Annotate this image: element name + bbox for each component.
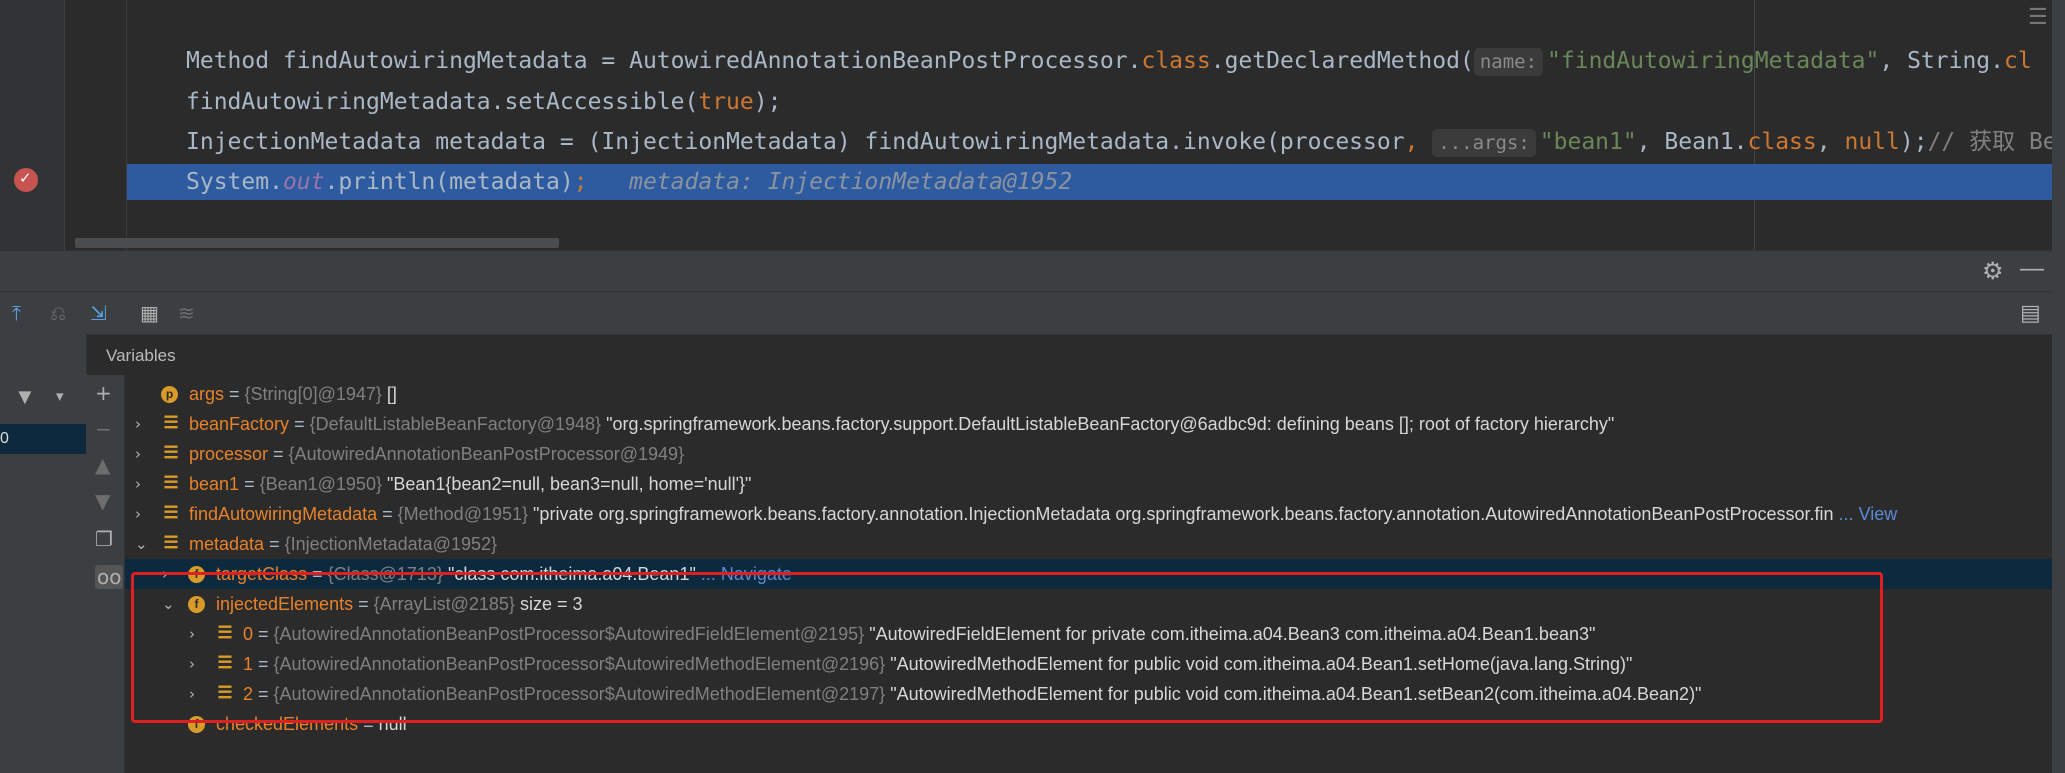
code-token: System.	[186, 169, 283, 195]
filter-icon[interactable]: ▼	[14, 384, 36, 410]
variable-row[interactable]: p args = {String[0]@1947} []	[125, 379, 2052, 409]
step-out-icon[interactable]: ⤒	[12, 301, 21, 325]
variable-name: args	[189, 384, 225, 404]
right-tool-strip[interactable]	[2052, 0, 2065, 773]
variable-type: {Method@1951}	[397, 504, 529, 524]
debug-toolbar: ⤒ ⎌ ⇲ ▦ ≋ ▤	[0, 291, 2052, 335]
variable-name: beanFactory	[189, 414, 290, 434]
code-token: ,	[1816, 129, 1845, 155]
editor-gutter[interactable]: ✓	[0, 0, 65, 250]
debug-panel-header: ⚙ —	[0, 250, 2052, 291]
code-token: class	[1141, 48, 1211, 74]
code-token: // 获取 Be	[1927, 129, 2052, 155]
code-token: "findAutowiringMetadata"	[1547, 48, 1880, 74]
chevron-right-icon[interactable]: ›	[135, 409, 141, 439]
object-icon: ☰	[163, 533, 179, 552]
object-icon: ☰	[163, 413, 179, 432]
trace-stream-icon[interactable]: ≋	[178, 301, 195, 325]
breakpoint-icon[interactable]: ✓	[14, 168, 38, 192]
inline-debug-value: metadata: InjectionMetadata@1952	[587, 169, 1073, 195]
variable-row[interactable]: ⌄ ☰ metadata = {InjectionMetadata@1952}	[125, 529, 2052, 559]
variables-side-toolbar: + − ▲ ▼ ❐ oo	[86, 375, 125, 773]
code-token: );	[753, 89, 782, 115]
code-token: .println(metadata)	[324, 169, 574, 195]
code-token: , String.	[1879, 48, 2004, 74]
reader-mode-icon[interactable]: ☰	[2028, 4, 2048, 30]
variable-value: "private org.springframework.beans.facto…	[533, 504, 1834, 524]
variable-value: []	[386, 384, 397, 404]
move-down-icon[interactable]: ▼	[95, 489, 110, 513]
code-line-2[interactable]: findAutowiringMetadata.setAccessible(tru…	[186, 84, 781, 120]
variable-row[interactable]: › ☰ findAutowiringMetadata = {Method@1951}…	[125, 499, 2052, 529]
variable-name: bean1	[189, 474, 240, 494]
add-watch-icon[interactable]: +	[95, 381, 112, 405]
layout-settings-icon[interactable]: ▤	[2020, 300, 2041, 326]
move-up-icon[interactable]: ▲	[95, 453, 110, 477]
chevron-down-icon[interactable]: ▾	[56, 387, 64, 405]
gear-icon[interactable]: ⚙	[1982, 257, 2004, 286]
view-link[interactable]: ... View	[1839, 504, 1898, 524]
code-token: ,	[1404, 129, 1419, 155]
variable-name: processor	[189, 444, 269, 464]
object-icon: ☰	[163, 473, 179, 492]
parameter-hint: ...args:	[1432, 129, 1536, 157]
equals-sign: =	[264, 534, 285, 554]
variable-type: {String[0]@1947}	[244, 384, 382, 404]
code-token: Method findAutowiringMetadata = Autowire…	[186, 48, 1142, 74]
equals-sign: =	[377, 504, 398, 524]
equals-sign: =	[224, 384, 245, 404]
code-token: .getDeclaredMethod(	[1210, 48, 1474, 74]
variable-type: {InjectionMetadata@1952}	[284, 534, 498, 554]
code-editor[interactable]: ✓ Method findAutowiringMetadata = Autowi…	[0, 0, 2052, 250]
horizontal-scrollbar[interactable]	[75, 238, 559, 248]
run-to-cursor-icon[interactable]: ⇲	[90, 301, 107, 325]
code-token: class	[1747, 129, 1817, 155]
parameter-icon: p	[161, 386, 178, 403]
code-token: out	[282, 169, 325, 195]
variable-value: "org.springframework.beans.factory.suppo…	[606, 414, 1615, 434]
variable-row[interactable]: › ☰ beanFactory = {DefaultListableBeanFact…	[125, 409, 2052, 439]
chevron-right-icon[interactable]: ›	[135, 469, 141, 499]
remove-watch-icon[interactable]: −	[95, 417, 112, 441]
equals-sign: =	[289, 414, 310, 434]
equals-sign: =	[268, 444, 289, 464]
variable-name: metadata	[189, 534, 265, 554]
variable-row[interactable]: › ☰ processor = {AutowiredAnnotationBeanPo…	[125, 439, 2052, 469]
parameter-hint: name:	[1473, 48, 1544, 76]
glasses-icon[interactable]: oo	[95, 565, 124, 589]
code-token: findAutowiringMetadata.setAccessible(	[186, 89, 699, 115]
variable-value: "Bean1{bean2=null, bean3=null, home='nul…	[386, 474, 752, 494]
code-token: );	[1899, 129, 1928, 155]
code-token: null	[1844, 129, 1900, 155]
variable-type: {AutowiredAnnotationBeanPostProcessor@19…	[288, 444, 685, 464]
code-token: ;	[573, 169, 588, 195]
chevron-right-icon[interactable]: ›	[135, 499, 141, 529]
drop-frame-icon[interactable]: ⎌	[50, 301, 66, 325]
code-line-3[interactable]: InjectionMetadata metadata = (InjectionM…	[186, 124, 2052, 160]
equals-sign: =	[239, 474, 260, 494]
code-token: "bean1"	[1539, 129, 1637, 155]
chevron-down-icon[interactable]: ⌄	[135, 529, 148, 559]
code-token: true	[698, 89, 754, 115]
variable-name: findAutowiringMetadata	[189, 504, 378, 524]
code-line-1[interactable]: Method findAutowiringMetadata = Autowire…	[186, 43, 2032, 79]
object-icon: ☰	[163, 503, 179, 522]
variable-row[interactable]: › ☰ bean1 = {Bean1@1950} "Bean1{bean2=null…	[125, 469, 2052, 499]
evaluate-expression-icon[interactable]: ▦	[140, 301, 159, 325]
object-icon: ☰	[163, 443, 179, 462]
variable-type: {Bean1@1950}	[259, 474, 382, 494]
variable-type: {DefaultListableBeanFactory@1948}	[309, 414, 602, 434]
minimize-icon[interactable]: —	[2020, 255, 2044, 283]
indent-guide	[126, 0, 127, 250]
variables-title: Variables	[106, 346, 176, 365]
duplicate-watch-icon[interactable]: ❐	[95, 527, 113, 551]
code-line-4[interactable]: System.out.println(metadata); metadata: …	[186, 164, 1072, 200]
code-token: InjectionMetadata metadata = (InjectionM…	[186, 129, 1405, 155]
chevron-right-icon[interactable]: ›	[135, 439, 141, 469]
annotation-highlight-box	[131, 572, 1883, 723]
code-token: cl	[2004, 48, 2032, 74]
selected-frame[interactable]: 0	[0, 424, 86, 454]
code-token: , Bean1.	[1636, 129, 1748, 155]
